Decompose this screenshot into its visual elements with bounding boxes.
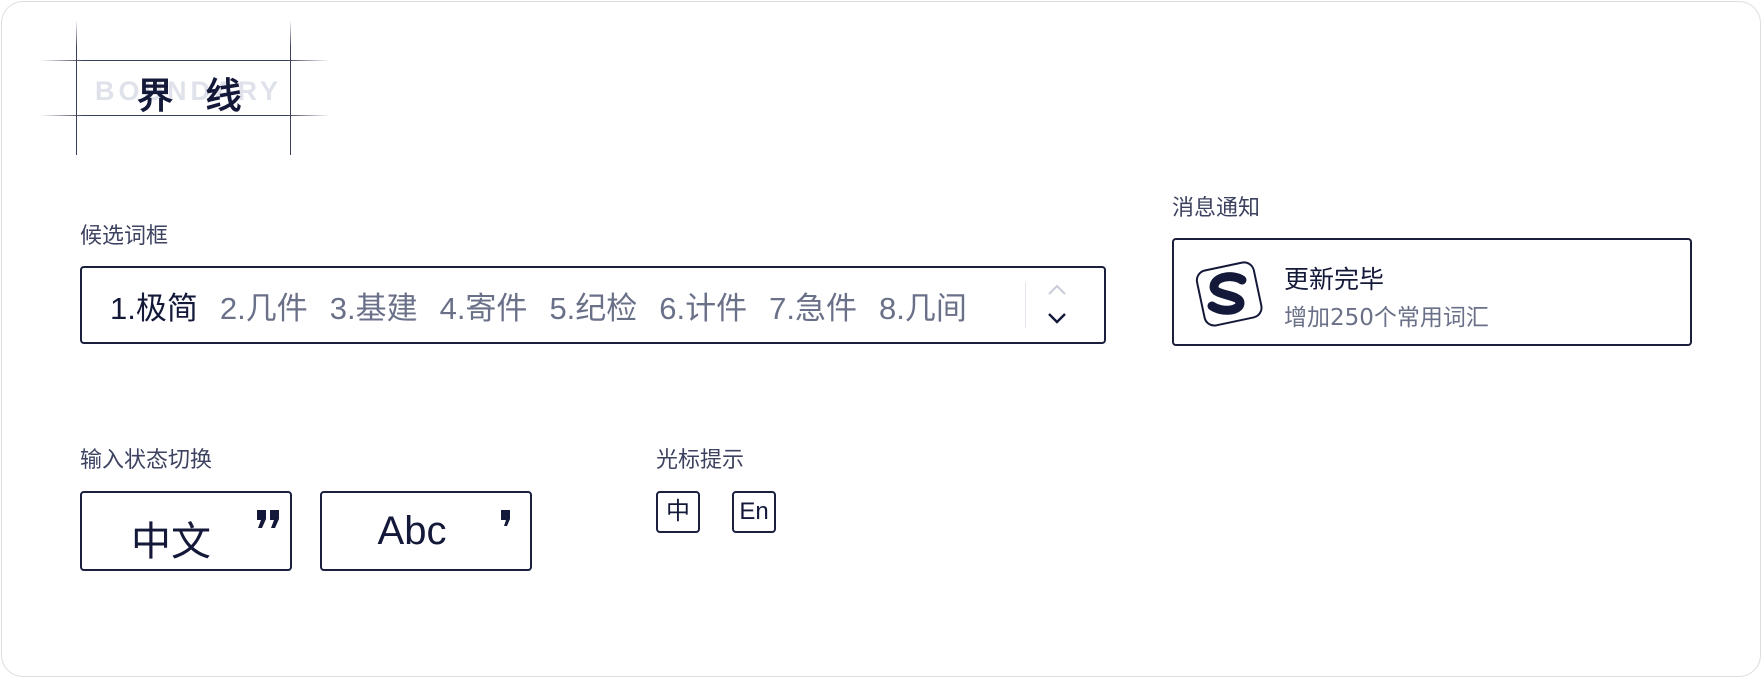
page-down-button[interactable] <box>1042 306 1072 330</box>
full-width-punctuation-icon <box>257 510 279 528</box>
candidate-item[interactable]: 2.几件 <box>220 283 308 328</box>
candidate-list: 1.极简 2.几件 3.基建 4.寄件 5.纪检 6.计件 7.急件 8.几间 <box>110 268 989 342</box>
candidate-divider <box>1025 282 1026 328</box>
chevron-up-icon <box>1048 284 1066 295</box>
logo-brand-text: 界 线 <box>137 75 252 117</box>
candidate-item[interactable]: 5.纪检 <box>549 283 637 328</box>
english-mode-label: Abc <box>377 509 447 553</box>
notification-title: 更新完毕 <box>1284 265 1385 294</box>
candidate-item[interactable]: 6.计件 <box>659 283 747 328</box>
candidate-item[interactable]: 7.急件 <box>769 283 857 328</box>
input-state-section-label: 输入状态切换 <box>80 448 213 473</box>
logo-guide-line <box>40 60 330 61</box>
logo-guide-line <box>76 20 77 155</box>
half-width-punctuation-icon <box>501 510 510 526</box>
candidate-section-label: 候选词框 <box>80 224 169 249</box>
logo-guide-line <box>290 20 291 155</box>
cursor-chinese-badge: 中 <box>656 491 700 533</box>
notification-card[interactable]: 更新完毕 增加250个常用词汇 <box>1172 238 1692 346</box>
candidate-item[interactable]: 3.基建 <box>330 283 418 328</box>
chevron-down-icon <box>1048 313 1066 324</box>
chinese-mode-button[interactable]: 中文 <box>80 491 292 571</box>
candidate-item[interactable]: 1.极简 <box>110 283 198 328</box>
candidate-item[interactable]: 8.几间 <box>879 283 967 328</box>
candidate-box: 1.极简 2.几件 3.基建 4.寄件 5.纪检 6.计件 7.急件 8.几间 <box>80 266 1106 344</box>
notification-message: 增加250个常用词汇 <box>1284 305 1489 331</box>
sogou-s-logo-icon <box>1195 261 1263 327</box>
english-mode-button[interactable]: Abc <box>320 491 532 571</box>
cursor-english-badge: En <box>732 491 776 533</box>
boundary-logo: BOUNDARY 界 线 <box>40 20 330 155</box>
cursor-hint-section-label: 光标提示 <box>656 448 745 473</box>
notification-section-label: 消息通知 <box>1172 196 1261 221</box>
candidate-item[interactable]: 4.寄件 <box>440 283 528 328</box>
page-up-button[interactable] <box>1042 278 1072 302</box>
